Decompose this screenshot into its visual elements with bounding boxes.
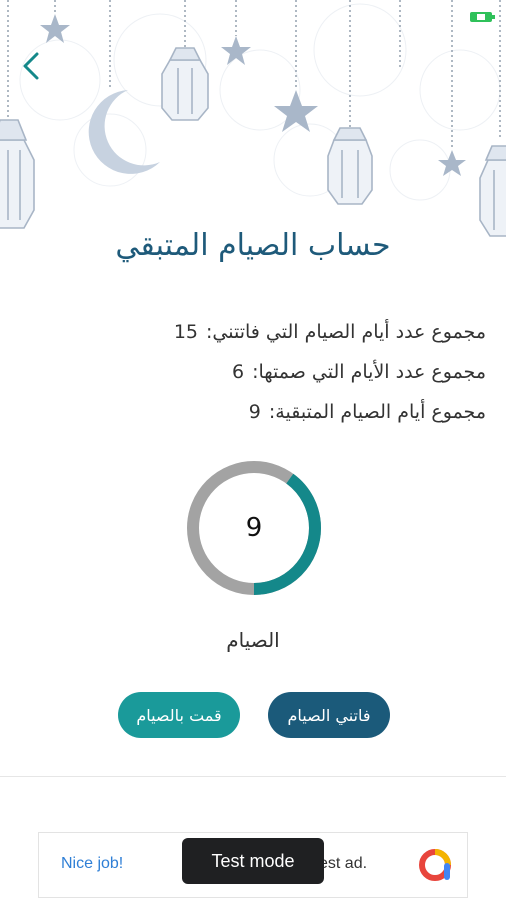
lantern-icon [479, 145, 506, 237]
star-icon [221, 36, 251, 65]
star-icon [438, 150, 466, 176]
progress-ring-label: الصيام [226, 628, 280, 652]
stat-label: مجموع عدد الأيام التي صمتها: [252, 361, 486, 383]
star-icon [274, 90, 318, 132]
fasting-stats: مجموع عدد أيام الصيام التي فاتتني: 15 مجم… [16, 318, 486, 438]
chevron-left-icon [23, 52, 39, 80]
stat-value: 15 [173, 321, 198, 343]
battery-status-icon [470, 8, 496, 22]
back-button[interactable] [14, 46, 48, 86]
test-mode-toast: Test mode [182, 838, 324, 884]
stat-row-fasted: مجموع عدد الأيام التي صمتها: 6 [16, 358, 486, 398]
ad-test-text: est ad. [319, 855, 368, 872]
stat-value: 6 [232, 361, 245, 383]
divider [0, 776, 506, 777]
lantern-icon [0, 119, 35, 229]
fasted-button[interactable]: قمت بالصيام [118, 692, 240, 738]
stat-row-remaining: مجموع أيام الصيام المتبقية: 9 [16, 398, 486, 438]
progress-ring-value: 9 [245, 513, 263, 543]
stat-label: مجموع أيام الصيام المتبقية: [268, 401, 486, 423]
lantern-icon [327, 127, 373, 205]
missed-fast-button[interactable]: فاتني الصيام [268, 692, 390, 738]
stat-row-missed: مجموع عدد أيام الصيام التي فاتتني: 15 [16, 318, 486, 358]
page-title: حساب الصيام المتبقي [115, 228, 391, 263]
ad-nice-text: Nice job! [61, 855, 124, 872]
lantern-icon [161, 47, 209, 121]
stat-value: 9 [248, 401, 261, 423]
stat-label: مجموع عدد أيام الصيام التي فاتتني: [206, 321, 486, 343]
crescent-moon-icon [88, 90, 160, 174]
star-icon [40, 14, 70, 43]
header-decoration [0, 0, 506, 240]
ad-logo-icon [419, 849, 451, 881]
crescent-moon-icon [385, 72, 434, 133]
